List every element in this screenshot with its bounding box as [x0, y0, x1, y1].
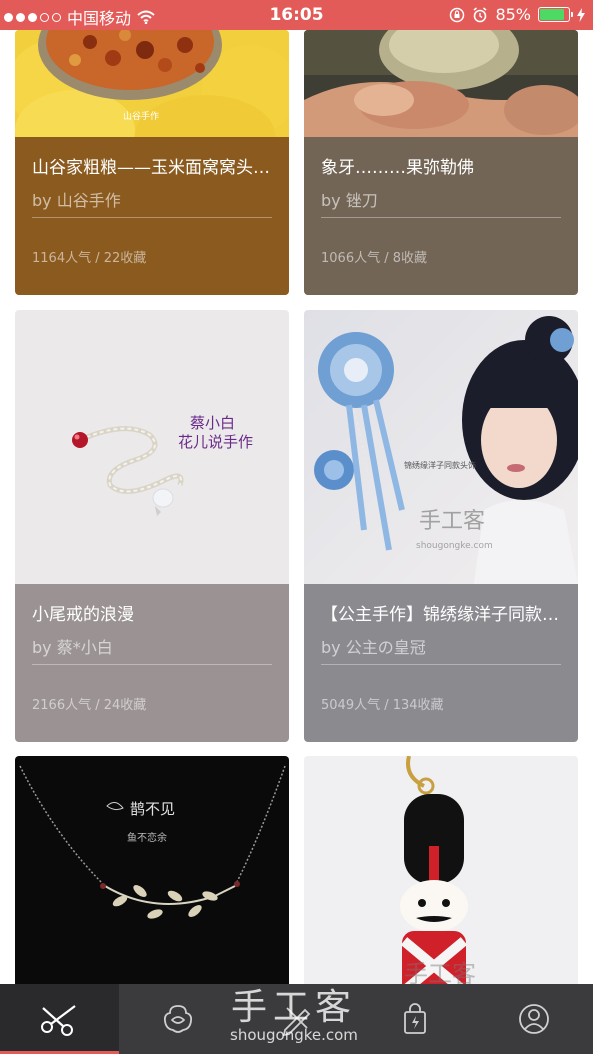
tab-home[interactable]: [0, 984, 119, 1054]
card-divider: [32, 217, 272, 218]
tab-tools[interactable]: [237, 984, 356, 1054]
card-author: by 蔡*小白: [32, 638, 113, 657]
image-text: 手工客: [419, 509, 485, 534]
tab-profile[interactable]: [474, 984, 593, 1054]
image-text: 鱼不恋余: [127, 831, 167, 844]
card-info: 山谷家粗粮——玉米面窝窝头… by 山谷手作 1164人气 / 22收藏: [15, 137, 289, 295]
card-author: by 锉刀: [321, 191, 378, 210]
project-card[interactable]: 手工客: [304, 756, 578, 996]
project-card[interactable]: 山谷手作 山谷家粗粮——玉米面窝窝头… by 山谷手作 1164人气 / 22收…: [15, 30, 289, 295]
card-stats: 1066人气 / 8收藏: [321, 251, 427, 266]
card-stats: 1164人气 / 22收藏: [32, 251, 147, 266]
project-image-hair-accessory: 锦绣缘洋子同款头饰 手工客 shougongke.com: [304, 310, 578, 584]
battery-icon: [538, 7, 573, 22]
project-card[interactable]: 锦绣缘洋子同款头饰 手工客 shougongke.com 【公主手作】锦绣缘洋子…: [304, 310, 578, 742]
card-title: 小尾戒的浪漫: [32, 605, 134, 625]
project-image-ivory-buddha: [304, 30, 578, 137]
tools-icon: [283, 1007, 311, 1036]
image-text: 花儿说手作: [178, 433, 253, 451]
card-title: 【公主手作】锦绣缘洋子同款…: [321, 605, 559, 625]
tab-shop[interactable]: [356, 984, 475, 1054]
card-title: 象牙………果弥勒佛: [321, 158, 474, 178]
project-card[interactable]: 鹊不见 鱼不恋余: [15, 756, 289, 996]
card-author: by 山谷手作: [32, 191, 121, 210]
project-card[interactable]: 象牙………果弥勒佛 by 锉刀 1066人气 / 8收藏: [304, 30, 578, 295]
card-title: 山谷家粗粮——玉米面窝窝头…: [32, 158, 270, 178]
project-card[interactable]: 蔡小白 花儿说手作 小尾戒的浪漫 by 蔡*小白 2166人气 / 24收藏: [15, 310, 289, 742]
card-stats: 5049人气 / 134收藏: [321, 698, 444, 713]
status-bar: 中国移动 16:05 85%: [0, 0, 593, 30]
shopping-bag-icon: [404, 1003, 426, 1034]
alarm-icon: [473, 6, 487, 22]
rotation-lock-icon: [450, 7, 465, 22]
project-image-cornbread: 山谷手作: [15, 30, 289, 175]
project-image-necklace: 鹊不见 鱼不恋余: [15, 756, 289, 996]
image-text: shougongke.com: [416, 541, 493, 551]
project-image-ring: 蔡小白 花儿说手作: [15, 310, 289, 584]
scissors-icon: [41, 1005, 76, 1036]
card-info: 象牙………果弥勒佛 by 锉刀 1066人气 / 8收藏: [304, 137, 578, 295]
status-right: 85%: [449, 5, 585, 24]
project-image-clay-soldier: 手工客: [304, 756, 578, 996]
image-watermark: 山谷手作: [123, 110, 159, 122]
card-info: 【公主手作】锦绣缘洋子同款… by 公主の皇冠 5049人气 / 134收藏: [304, 584, 578, 742]
card-author: by 公主の皇冠: [321, 638, 426, 657]
card-info: 小尾戒的浪漫 by 蔡*小白 2166人气 / 24收藏: [15, 584, 289, 742]
card-divider: [32, 664, 272, 665]
tab-discover[interactable]: [119, 984, 238, 1054]
flower-icon: [163, 1005, 192, 1033]
card-divider: [321, 664, 561, 665]
card-stats: 2166人气 / 24收藏: [32, 698, 147, 713]
bottom-tab-bar: [0, 984, 593, 1054]
battery-percent: 85%: [495, 5, 531, 24]
card-divider: [321, 217, 561, 218]
charging-icon: [577, 7, 585, 22]
image-text: 蔡小白: [190, 414, 235, 432]
image-text: 鹊不见: [130, 800, 175, 818]
user-profile-icon: [518, 1004, 549, 1034]
image-text: 锦绣缘洋子同款头饰: [404, 460, 476, 470]
